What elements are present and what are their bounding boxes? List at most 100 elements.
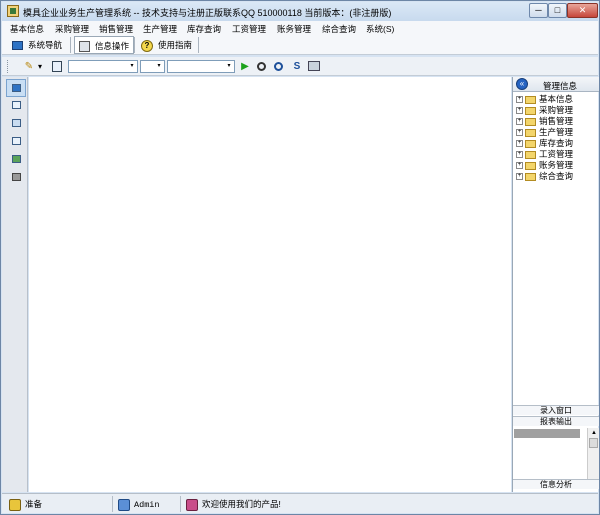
toolbar-grip[interactable] [7,60,10,73]
status-divider [180,496,181,512]
status-bar: 准备 Admin 欢迎使用我们的产品! [2,493,598,513]
toolbar-combo-1[interactable]: ▾ [68,60,138,73]
status-welcome: 欢迎使用我们的产品! [186,497,281,511]
product-icon [186,498,198,511]
left-tool-image[interactable] [10,153,22,165]
find-next-icon[interactable] [271,59,285,74]
window-icon [79,41,90,53]
tab-user-guide[interactable]: ? 使用指南 [141,36,192,54]
tab-entry-window[interactable]: 录入窗口 [513,405,599,415]
left-tool-cut[interactable] [10,99,22,111]
tree-item-inventory[interactable]: + 库存查询 [516,138,573,149]
tree-item-label: 生产管理 [539,127,574,137]
left-tool-trash[interactable] [10,171,22,183]
menu-production[interactable]: 生产管理 [143,23,177,35]
minimize-button[interactable]: ─ [529,3,548,18]
chevron-down-icon: ▾ [227,63,231,69]
tree-item-payroll[interactable]: + 工资管理 [516,149,573,160]
toolbar-combo-2[interactable]: ▾ [140,60,165,73]
ready-icon [9,498,21,511]
nav-bar: 系统导航 信息操作 ? 使用指南 [2,35,598,55]
workspace-area[interactable] [29,77,511,492]
menu-payroll[interactable]: 工资管理 [232,23,266,35]
expand-icon[interactable]: + [516,162,523,170]
app-icon [7,5,19,17]
nav-divider [198,37,199,53]
screen-icon [12,84,21,92]
tab-system-nav-label: 系统导航 [28,40,63,50]
document-search-icon[interactable] [50,59,64,74]
menu-purchase[interactable]: 采购管理 [55,23,89,35]
expand-icon[interactable]: + [516,107,523,115]
image-icon [12,155,21,163]
menu-sales[interactable]: 销售管理 [99,23,133,35]
tab-user-guide-label: 使用指南 [158,40,193,50]
status-ready-text: 准备 [25,499,43,509]
print-icon[interactable] [307,59,321,74]
folder-icon [525,172,536,181]
expand-icon[interactable]: + [516,118,523,126]
folder-icon [525,95,536,104]
tab-info-ops[interactable]: 信息操作 [74,36,135,54]
tab-report-output[interactable]: 报表输出 [513,416,599,426]
tree-item-accounts[interactable]: + 账务管理 [516,160,573,171]
menu-system[interactable]: 系统(S) [366,23,394,35]
expand-icon[interactable]: + [516,173,523,181]
maximize-button[interactable]: □ [548,3,567,18]
status-ready: 准备 [9,497,42,511]
play-icon[interactable]: ▶ [238,59,252,74]
menu-bar: 基本信息 采购管理 销售管理 生产管理 库存查询 工资管理 账务管理 综合查询 … [2,21,598,35]
pencil-icon[interactable]: ✎ [22,59,36,74]
expand-icon[interactable]: + [516,151,523,159]
status-divider [112,496,113,512]
tree-item-label: 销售管理 [539,116,574,126]
tree-item-query[interactable]: + 综合查询 [516,171,573,182]
expand-icon[interactable]: + [516,140,523,148]
left-tool-strip [2,77,28,492]
document-icon [12,137,21,145]
tab-info-analysis[interactable]: 信息分析 [513,479,599,489]
tree-item-label: 综合查询 [539,171,574,181]
menu-inventory[interactable]: 库存查询 [187,23,221,35]
status-user: Admin [118,497,160,511]
find-icon[interactable] [254,59,268,74]
replace-icon[interactable]: S [290,59,304,74]
toolbar: ✎ ▾ ▾ ▾ ▾ ▶ S [2,57,598,76]
pencil-dropdown-icon[interactable]: ▾ [36,59,44,74]
user-icon [118,498,130,511]
tree-item-production[interactable]: + 生产管理 [516,127,573,138]
toolbar-combo-3[interactable]: ▾ [167,60,235,73]
tree-item-label: 采购管理 [539,105,574,115]
panel-header: « 管理信息 [513,77,599,92]
tree-item-label: 账务管理 [539,160,574,170]
tree-item-label: 基本信息 [539,94,574,104]
left-tool-document[interactable] [10,135,22,147]
expand-icon[interactable]: + [516,129,523,137]
expand-icon[interactable]: + [516,96,523,104]
menu-accounts[interactable]: 账务管理 [277,23,311,35]
folder-icon [525,139,536,148]
folder-icon [525,117,536,126]
tree-item-sales[interactable]: + 销售管理 [516,116,573,127]
status-user-name: Admin [134,500,160,510]
tab-system-nav[interactable]: 系统导航 [12,36,62,54]
title-bar[interactable]: 模具企业业务生产管理系统 -- 技术支持与注册正版联系QQ 510000118 … [2,2,598,21]
app-window: 模具企业业务生产管理系统 -- 技术支持与注册正版联系QQ 510000118 … [0,0,600,515]
nav-divider [134,37,135,53]
folder-icon [525,150,536,159]
menu-query[interactable]: 综合查询 [322,23,356,35]
monitor-icon [12,41,23,51]
selected-list-item[interactable] [514,429,580,438]
status-welcome-text: 欢迎使用我们的产品! [202,499,281,509]
left-tool-table[interactable] [10,117,22,129]
chevron-down-icon: ▾ [157,63,161,69]
scroll-up-icon[interactable]: ▲ [589,429,599,437]
close-button[interactable]: ✕ [567,3,598,18]
back-icon[interactable]: « [516,78,528,90]
menu-basic-info[interactable]: 基本信息 [10,23,44,35]
scroll-thumb[interactable] [589,438,598,448]
tree-item-basic-info[interactable]: + 基本信息 [516,94,573,105]
left-tool-screen[interactable] [6,79,26,97]
tree-item-purchase[interactable]: + 采购管理 [516,105,573,116]
chevron-down-icon: ▾ [130,63,134,69]
